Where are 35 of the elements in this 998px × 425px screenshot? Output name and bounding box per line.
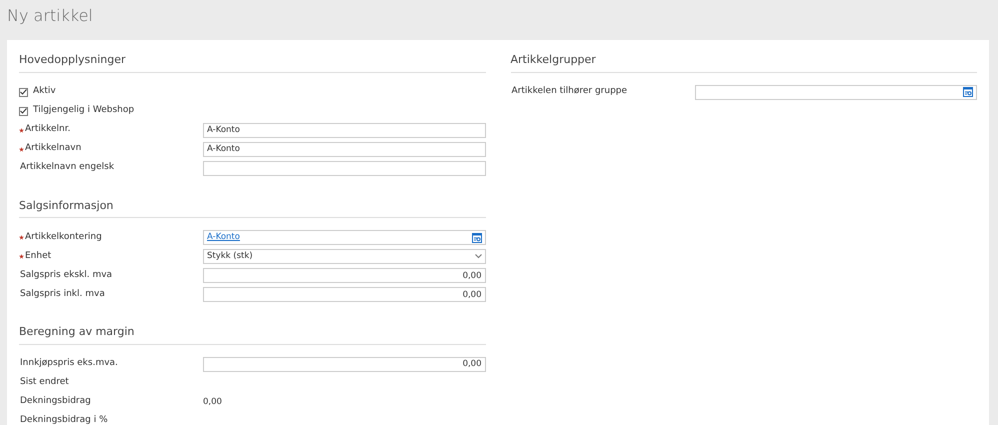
section-heading: Salgsinformasjon — [19, 198, 486, 218]
section-heading: Hovedopplysninger — [19, 52, 486, 72]
field-label: Artikkelnavn — [25, 142, 82, 156]
field-label: Enhet — [25, 250, 52, 263]
field-label: Salgspris inkl. mva — [19, 288, 105, 301]
checkbox[interactable] — [19, 88, 28, 96]
page-title: Ny artikkel — [6, 5, 94, 27]
field-label: Innkjøpspris eks.mva. — [19, 357, 118, 370]
field-label: Artikkelkontering — [25, 230, 102, 244]
checkbox[interactable] — [19, 106, 28, 116]
field-value: 0,00 — [203, 396, 222, 408]
field-label: Artikkelen tilhører gruppe — [510, 85, 628, 98]
input-field[interactable]: A-Konto — [203, 142, 486, 156]
caret-icon — [474, 254, 482, 259]
number-field[interactable]: 0,00 — [203, 268, 486, 283]
lookup-field[interactable]: A-Konto — [203, 230, 486, 245]
select-dropdown[interactable]: Stykk (stk) — [203, 249, 486, 264]
field-label: Sist endret — [19, 376, 69, 390]
section-heading: Beregning av margin — [19, 324, 486, 344]
input-field[interactable] — [203, 160, 486, 176]
lookup-field[interactable] — [694, 84, 977, 100]
field-label: Salgspris ekskl. mva — [19, 268, 112, 282]
number-field[interactable]: 0,00 — [203, 356, 486, 372]
checkbox-label: Tilgjengelig i Webshop — [33, 104, 134, 118]
checkbox-label: Aktiv — [33, 85, 56, 98]
number-field[interactable]: 0,00 — [203, 287, 486, 302]
field-link[interactable]: A-Konto — [207, 231, 240, 244]
lookup-icon[interactable] — [472, 232, 482, 242]
field-label: Dekningsbidrag — [19, 395, 91, 408]
input-field[interactable]: A-Konto — [203, 122, 486, 138]
field-label: Dekningsbidrag i % — [19, 414, 108, 425]
field-label: Artikkelnavn engelsk — [19, 161, 114, 174]
lookup-icon[interactable] — [963, 87, 973, 97]
section-heading: Artikkelgrupper — [510, 52, 977, 72]
field-label: Artikkelnr. — [25, 123, 70, 136]
